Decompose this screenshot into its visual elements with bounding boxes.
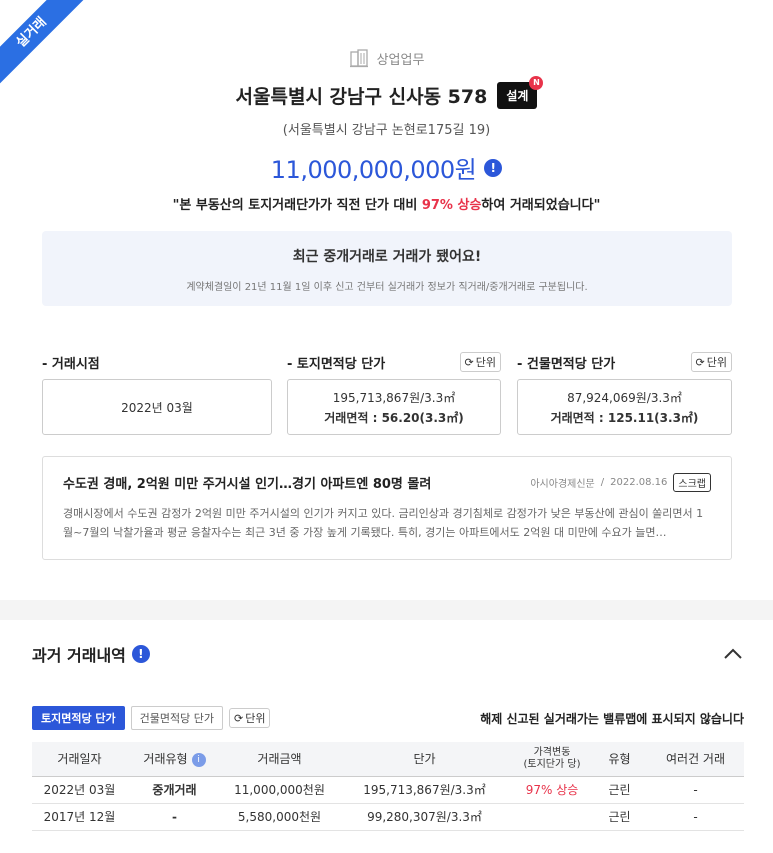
row-change xyxy=(512,803,592,831)
address-row: 서울특별시 강남구 신사동 578 설계 N xyxy=(0,76,773,109)
unit-label: 단위 xyxy=(245,712,266,725)
news-title[interactable]: 수도권 경매, 2억원 미만 주거시설 인기…경기 아파트엔 80명 몰려 xyxy=(63,473,431,492)
news-meta: 아시아경제신문 / 2022.08.16 스크랩 xyxy=(530,473,711,492)
col-amount: 거래금액 xyxy=(222,742,337,777)
metric-label: - 토지면적당 단가 xyxy=(287,356,386,372)
col-type-label: 거래유형 xyxy=(143,752,188,767)
refresh-icon: ⟳ xyxy=(695,355,705,369)
history-note: 해제 신고된 실거래가는 밸류맵에 표시되지 않습니다 xyxy=(480,711,744,726)
address-title: 서울특별시 강남구 신사동 578 xyxy=(235,86,488,108)
metric-head: - 건물면적당 단가 ⟳ 단위 xyxy=(517,352,732,372)
price-change-quote: "본 부동산의 토지거래단가가 직전 단가 대비 97% 상승하여 거래되었습니… xyxy=(0,194,773,213)
quote-before: "본 부동산의 토지거래단가가 직전 단가 대비 xyxy=(172,198,422,213)
design-badge-wrap[interactable]: 설계 N xyxy=(497,76,544,109)
tab-building-unit-price[interactable]: 건물면적당 단가 xyxy=(130,706,224,730)
notice-desc: 계약체결일이 21년 11월 1일 이후 신고 건부터 실거래가 정보가 직거래… xyxy=(186,282,588,293)
col-change-line2: (토지단가 당) xyxy=(523,758,581,770)
row-unit-price: 99,280,307원/3.3㎡ xyxy=(337,803,512,831)
refresh-icon: ⟳ xyxy=(464,355,474,369)
row-change: 97% 상승 xyxy=(512,776,592,804)
news-separator: / xyxy=(600,477,605,488)
brokerage-notice: 최근 중개거래로 거래가 됐어요! 계약체결일이 21년 11월 1일 이후 신… xyxy=(42,231,732,306)
section-divider xyxy=(0,600,773,620)
row-date: 2017년 12월 xyxy=(32,803,127,831)
deal-price: 11,000,000,000원 xyxy=(270,156,477,184)
col-change: 가격변동 (토지단가 당) xyxy=(512,742,592,777)
metric-head: - 거래시점 xyxy=(42,352,272,372)
price-info-icon[interactable]: ! xyxy=(484,158,503,177)
history-header: 과거 거래내역 ! xyxy=(32,642,744,666)
news-date: 2022.08.16 xyxy=(610,477,668,488)
col-date: 거래일자 xyxy=(32,742,127,777)
news-card[interactable]: 수도권 경매, 2억원 미만 주거시설 인기…경기 아파트엔 80명 몰려 아시… xyxy=(42,456,732,560)
notice-title: 최근 중개거래로 거래가 됐어요! xyxy=(292,249,482,265)
unit-label: 단위 xyxy=(475,356,496,369)
row-kind: 근린 xyxy=(592,803,647,831)
row-kind: 근린 xyxy=(592,776,647,804)
metric-label: - 건물면적당 단가 xyxy=(517,356,616,372)
unit-label: 단위 xyxy=(706,356,727,369)
category-row: 상업업무 xyxy=(0,48,773,68)
history-info-icon[interactable]: ! xyxy=(131,645,150,663)
news-body: 경매시장에서 수도권 감정가 2억원 미만 주거시설의 인기가 커지고 있다. … xyxy=(63,507,704,539)
land-unit-price: 195,713,867원/3.3㎡ xyxy=(332,390,456,405)
metric-deal-date: - 거래시점 2022년 03월 xyxy=(42,352,272,435)
col-type: 거래유형 i xyxy=(127,742,222,777)
transaction-summary: 상업업무 서울특별시 강남구 신사동 578 설계 N (서울특별시 강남구 논… xyxy=(0,0,773,600)
metric-head: - 토지면적당 단가 ⟳ 단위 xyxy=(287,352,501,372)
row-multi: - xyxy=(647,776,744,804)
history-toolbar: 토지면적당 단가 건물면적당 단가 ⟳ 단위 해제 신고된 실거래가는 밸류맵에… xyxy=(32,706,744,730)
ribbon-corner: 실거래 xyxy=(0,0,90,90)
history-unit-button[interactable]: ⟳ 단위 xyxy=(229,708,271,728)
col-unit-price: 단가 xyxy=(337,742,512,777)
col-kind: 유형 xyxy=(592,742,647,777)
col-multi: 여러건 거래 xyxy=(647,742,744,777)
metric-label: - 거래시점 xyxy=(42,356,100,372)
metric-box: 2022년 03월 xyxy=(42,379,272,435)
land-unit-button[interactable]: ⟳ 단위 xyxy=(459,352,501,372)
table-header-row: 거래일자 거래유형 i 거래금액 단가 가격변동 (토지단가 당) 유형 여러건 … xyxy=(32,742,744,777)
row-amount: 5,580,000천원 xyxy=(222,803,337,831)
row-type: 중개거래 xyxy=(127,776,222,804)
col-change-line1: 가격변동 xyxy=(533,746,571,758)
type-info-icon[interactable]: i xyxy=(191,752,206,767)
history-title-wrap: 과거 거래내역 ! xyxy=(32,642,150,666)
metric-building-price: - 건물면적당 단가 ⟳ 단위 87,924,069원/3.3㎡ 거래면적 : … xyxy=(517,352,732,435)
row-type: - xyxy=(127,803,222,831)
road-address: (서울특별시 강남구 논현로175길 19) xyxy=(282,123,491,138)
ribbon-label: 실거래 xyxy=(0,0,90,90)
chevron-up-icon[interactable] xyxy=(722,643,744,665)
price-row: 11,000,000,000원 ! xyxy=(0,150,773,185)
building-unit-button[interactable]: ⟳ 단위 xyxy=(690,352,732,372)
scrap-button[interactable]: 스크랩 xyxy=(673,473,711,492)
history-table: 거래일자 거래유형 i 거래금액 단가 가격변동 (토지단가 당) 유형 여러건 … xyxy=(32,742,744,831)
table-row: 2022년 03월 중개거래 11,000,000천원 195,713,867원… xyxy=(32,776,744,804)
building-area: 거래면적 : 125.11(3.3㎡) xyxy=(550,410,699,425)
row-multi: - xyxy=(647,803,744,831)
row-date: 2022년 03월 xyxy=(32,776,127,804)
deal-date-value: 2022년 03월 xyxy=(121,400,193,415)
quote-after: 하여 거래되었습니다" xyxy=(481,198,601,213)
building-icon xyxy=(349,49,368,68)
table-row: 2017년 12월 - 5,580,000천원 99,280,307원/3.3㎡… xyxy=(32,803,744,831)
news-source: 아시아경제신문 xyxy=(530,479,595,490)
tab-land-unit-price[interactable]: 토지면적당 단가 xyxy=(32,706,125,730)
building-unit-price: 87,924,069원/3.3㎡ xyxy=(567,390,682,405)
metric-box: 195,713,867원/3.3㎡ 거래면적 : 56.20(3.3㎡) xyxy=(287,379,501,435)
row-amount: 11,000,000천원 xyxy=(222,776,337,804)
refresh-icon: ⟳ xyxy=(234,711,244,725)
land-area: 거래면적 : 56.20(3.3㎡) xyxy=(324,410,464,425)
metric-land-price: - 토지면적당 단가 ⟳ 단위 195,713,867원/3.3㎡ 거래면적 :… xyxy=(287,352,501,435)
row-unit-price: 195,713,867원/3.3㎡ xyxy=(337,776,512,804)
history-title: 과거 거래내역 xyxy=(32,646,126,665)
new-dot-icon: N xyxy=(529,76,544,90)
metric-box: 87,924,069원/3.3㎡ 거래면적 : 125.11(3.3㎡) xyxy=(517,379,732,435)
category-label: 상업업무 xyxy=(376,52,425,68)
history-tabs: 토지면적당 단가 건물면적당 단가 ⟳ 단위 xyxy=(32,706,271,730)
news-head: 수도권 경매, 2억원 미만 주거시설 인기…경기 아파트엔 80명 몰려 아시… xyxy=(63,473,711,492)
quote-highlight: 97% 상승 xyxy=(421,198,482,213)
